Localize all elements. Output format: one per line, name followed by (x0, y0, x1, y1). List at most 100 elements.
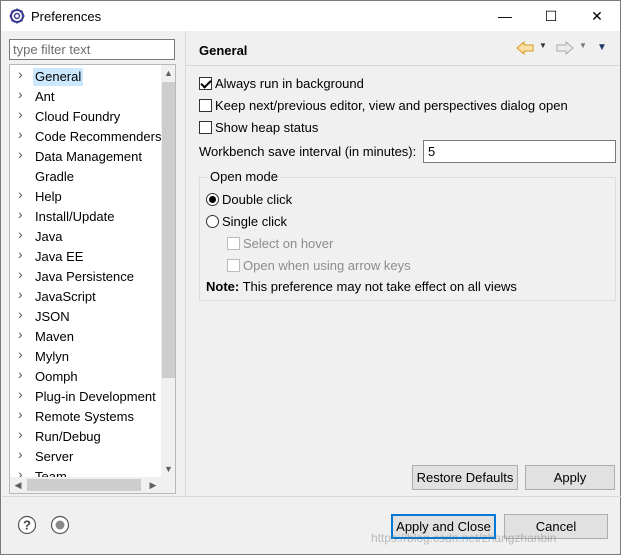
expand-chevron-icon[interactable]: › (18, 307, 28, 321)
tree-item[interactable]: › Java (10, 227, 161, 247)
expand-chevron-icon[interactable]: › (18, 407, 28, 421)
left-panel: › General › Ant › Cloud Foundry › Code Recommen… (2, 31, 185, 496)
tree-item-label: Gradle (35, 169, 75, 184)
tree-item[interactable]: › Code Recommenders (10, 127, 161, 147)
open-arrow-keys-checkbox (227, 258, 240, 272)
back-arrow-icon[interactable] (516, 41, 534, 55)
expand-chevron-icon[interactable]: › (18, 147, 28, 161)
tree-item-label: Run/Debug (35, 429, 101, 444)
tree-item[interactable]: › Remote Systems (10, 407, 161, 427)
open-arrow-keys-option: Open when using arrow keys (227, 255, 411, 275)
open-mode-note: Note: This preference may not take effec… (206, 279, 517, 294)
tree-item[interactable]: › JavaScript (10, 287, 161, 307)
expand-chevron-icon[interactable]: › (18, 247, 28, 261)
scroll-left-icon[interactable]: ◀ (10, 477, 26, 493)
minimize-button[interactable]: — (482, 1, 528, 31)
apply-button[interactable]: Apply (525, 465, 615, 490)
expand-chevron-icon[interactable]: › (18, 267, 28, 281)
expand-chevron-icon[interactable]: › (18, 287, 28, 301)
scroll-corner (161, 477, 175, 493)
forward-arrow-icon[interactable] (556, 41, 574, 55)
hscroll-thumb[interactable] (27, 479, 141, 491)
tree-item-label: General (33, 68, 84, 86)
tree-item[interactable]: › Help (10, 187, 161, 207)
tree-item-label: Java Persistence (35, 269, 134, 284)
tree-item-label: Java (35, 229, 63, 244)
open-arrow-keys-label: Open when using arrow keys (243, 257, 411, 273)
tree-item[interactable]: › General (10, 67, 161, 87)
maximize-button[interactable]: ☐ (528, 1, 574, 31)
expand-chevron-icon[interactable]: › (18, 427, 28, 441)
expand-chevron-icon[interactable]: › (18, 187, 28, 201)
window-title: Preferences (31, 9, 102, 24)
single-click-label: Single click (222, 213, 288, 229)
scroll-up-icon[interactable]: ▲ (161, 65, 175, 81)
show-heap-status-checkbox[interactable] (199, 120, 212, 134)
tree-item-label: Oomph (35, 369, 78, 384)
expand-chevron-icon[interactable]: › (18, 347, 28, 361)
expand-chevron-icon[interactable]: › (18, 387, 28, 401)
expand-chevron-icon[interactable]: › (18, 107, 28, 121)
tree-item[interactable]: › Mylyn (10, 347, 161, 367)
tree-item[interactable]: › Install/Update (10, 207, 161, 227)
scroll-down-icon[interactable]: ▼ (161, 461, 175, 477)
expand-chevron-icon[interactable]: › (18, 327, 28, 341)
tree-item[interactable]: › Java Persistence (10, 267, 161, 287)
double-click-option[interactable]: Double click (206, 189, 292, 209)
import-export-icon[interactable] (50, 515, 70, 535)
tree-item-label: Team (35, 469, 67, 477)
keep-next-previous-checkbox[interactable] (199, 98, 212, 112)
expand-chevron-icon[interactable]: › (18, 87, 28, 101)
filter-input[interactable] (9, 39, 175, 60)
page-title: General (199, 43, 248, 58)
tree-item[interactable]: › Server (10, 447, 161, 467)
tree-item[interactable]: › Cloud Foundry (10, 107, 161, 127)
tree-horizontal-scrollbar[interactable]: ◀ ▶ (10, 477, 161, 493)
tree-item[interactable]: › Ant (10, 87, 161, 107)
tree-item[interactable]: › Oomph (10, 367, 161, 387)
scroll-right-icon[interactable]: ▶ (145, 477, 161, 493)
single-click-option[interactable]: Single click (206, 211, 287, 231)
always-run-background-option[interactable]: Always run in background (199, 73, 364, 93)
tree-item[interactable]: › Maven (10, 327, 161, 347)
tree-item[interactable]: › Run/Debug (10, 427, 161, 447)
tree-item-label: JSON (35, 309, 70, 324)
eclipse-gear-icon (9, 8, 25, 24)
tree-item[interactable]: › Java EE (10, 247, 161, 267)
single-click-radio[interactable] (206, 214, 219, 228)
restore-defaults-button[interactable]: Restore Defaults (412, 465, 518, 490)
expand-chevron-icon[interactable]: › (18, 447, 28, 461)
restore-defaults-label: Restore Defaults (416, 470, 514, 485)
back-menu-chevron-down-icon[interactable]: ▼ (539, 41, 547, 50)
note-prefix: Note: (206, 279, 240, 294)
tree-item[interactable]: › Data Management (10, 147, 161, 167)
expand-chevron-icon[interactable]: › (18, 127, 28, 141)
select-on-hover-option: Select on hover (227, 233, 333, 253)
always-run-background-label: Always run in background (215, 75, 364, 91)
view-menu-icon[interactable]: ▼ (597, 42, 607, 53)
expand-chevron-icon[interactable]: › (18, 227, 28, 241)
forward-menu-chevron-down-icon[interactable]: ▼ (579, 41, 587, 50)
tree-item[interactable]: › Plug-in Development (10, 387, 161, 407)
tree-item[interactable]: › JSON (10, 307, 161, 327)
tree-vertical-scrollbar[interactable]: ▲ ▼ (161, 65, 175, 477)
expand-chevron-icon[interactable]: › (18, 467, 28, 477)
keep-next-previous-option[interactable]: Keep next/previous editor, view and pers… (199, 95, 568, 115)
footer-separator (2, 496, 621, 497)
expand-chevron-icon[interactable]: › (18, 67, 28, 81)
tree-item[interactable]: Gradle (10, 167, 161, 187)
watermark-text: https://blog.csdn.net/zhangzhanbin (371, 531, 557, 545)
expand-chevron-icon[interactable]: › (18, 367, 28, 381)
scroll-thumb[interactable] (162, 82, 175, 378)
help-icon[interactable]: ? (17, 515, 37, 535)
double-click-radio[interactable] (206, 192, 219, 206)
expand-chevron-icon[interactable]: › (18, 207, 28, 221)
save-interval-input[interactable] (423, 140, 616, 163)
tree-item-label: Data Management (35, 149, 142, 164)
close-button[interactable]: ✕ (574, 1, 620, 31)
tree-item[interactable]: › Team (10, 467, 161, 477)
minimize-icon: — (498, 8, 512, 24)
always-run-background-checkbox[interactable] (199, 76, 212, 90)
tree-item-label: Remote Systems (35, 409, 134, 424)
show-heap-status-option[interactable]: Show heap status (199, 117, 318, 137)
